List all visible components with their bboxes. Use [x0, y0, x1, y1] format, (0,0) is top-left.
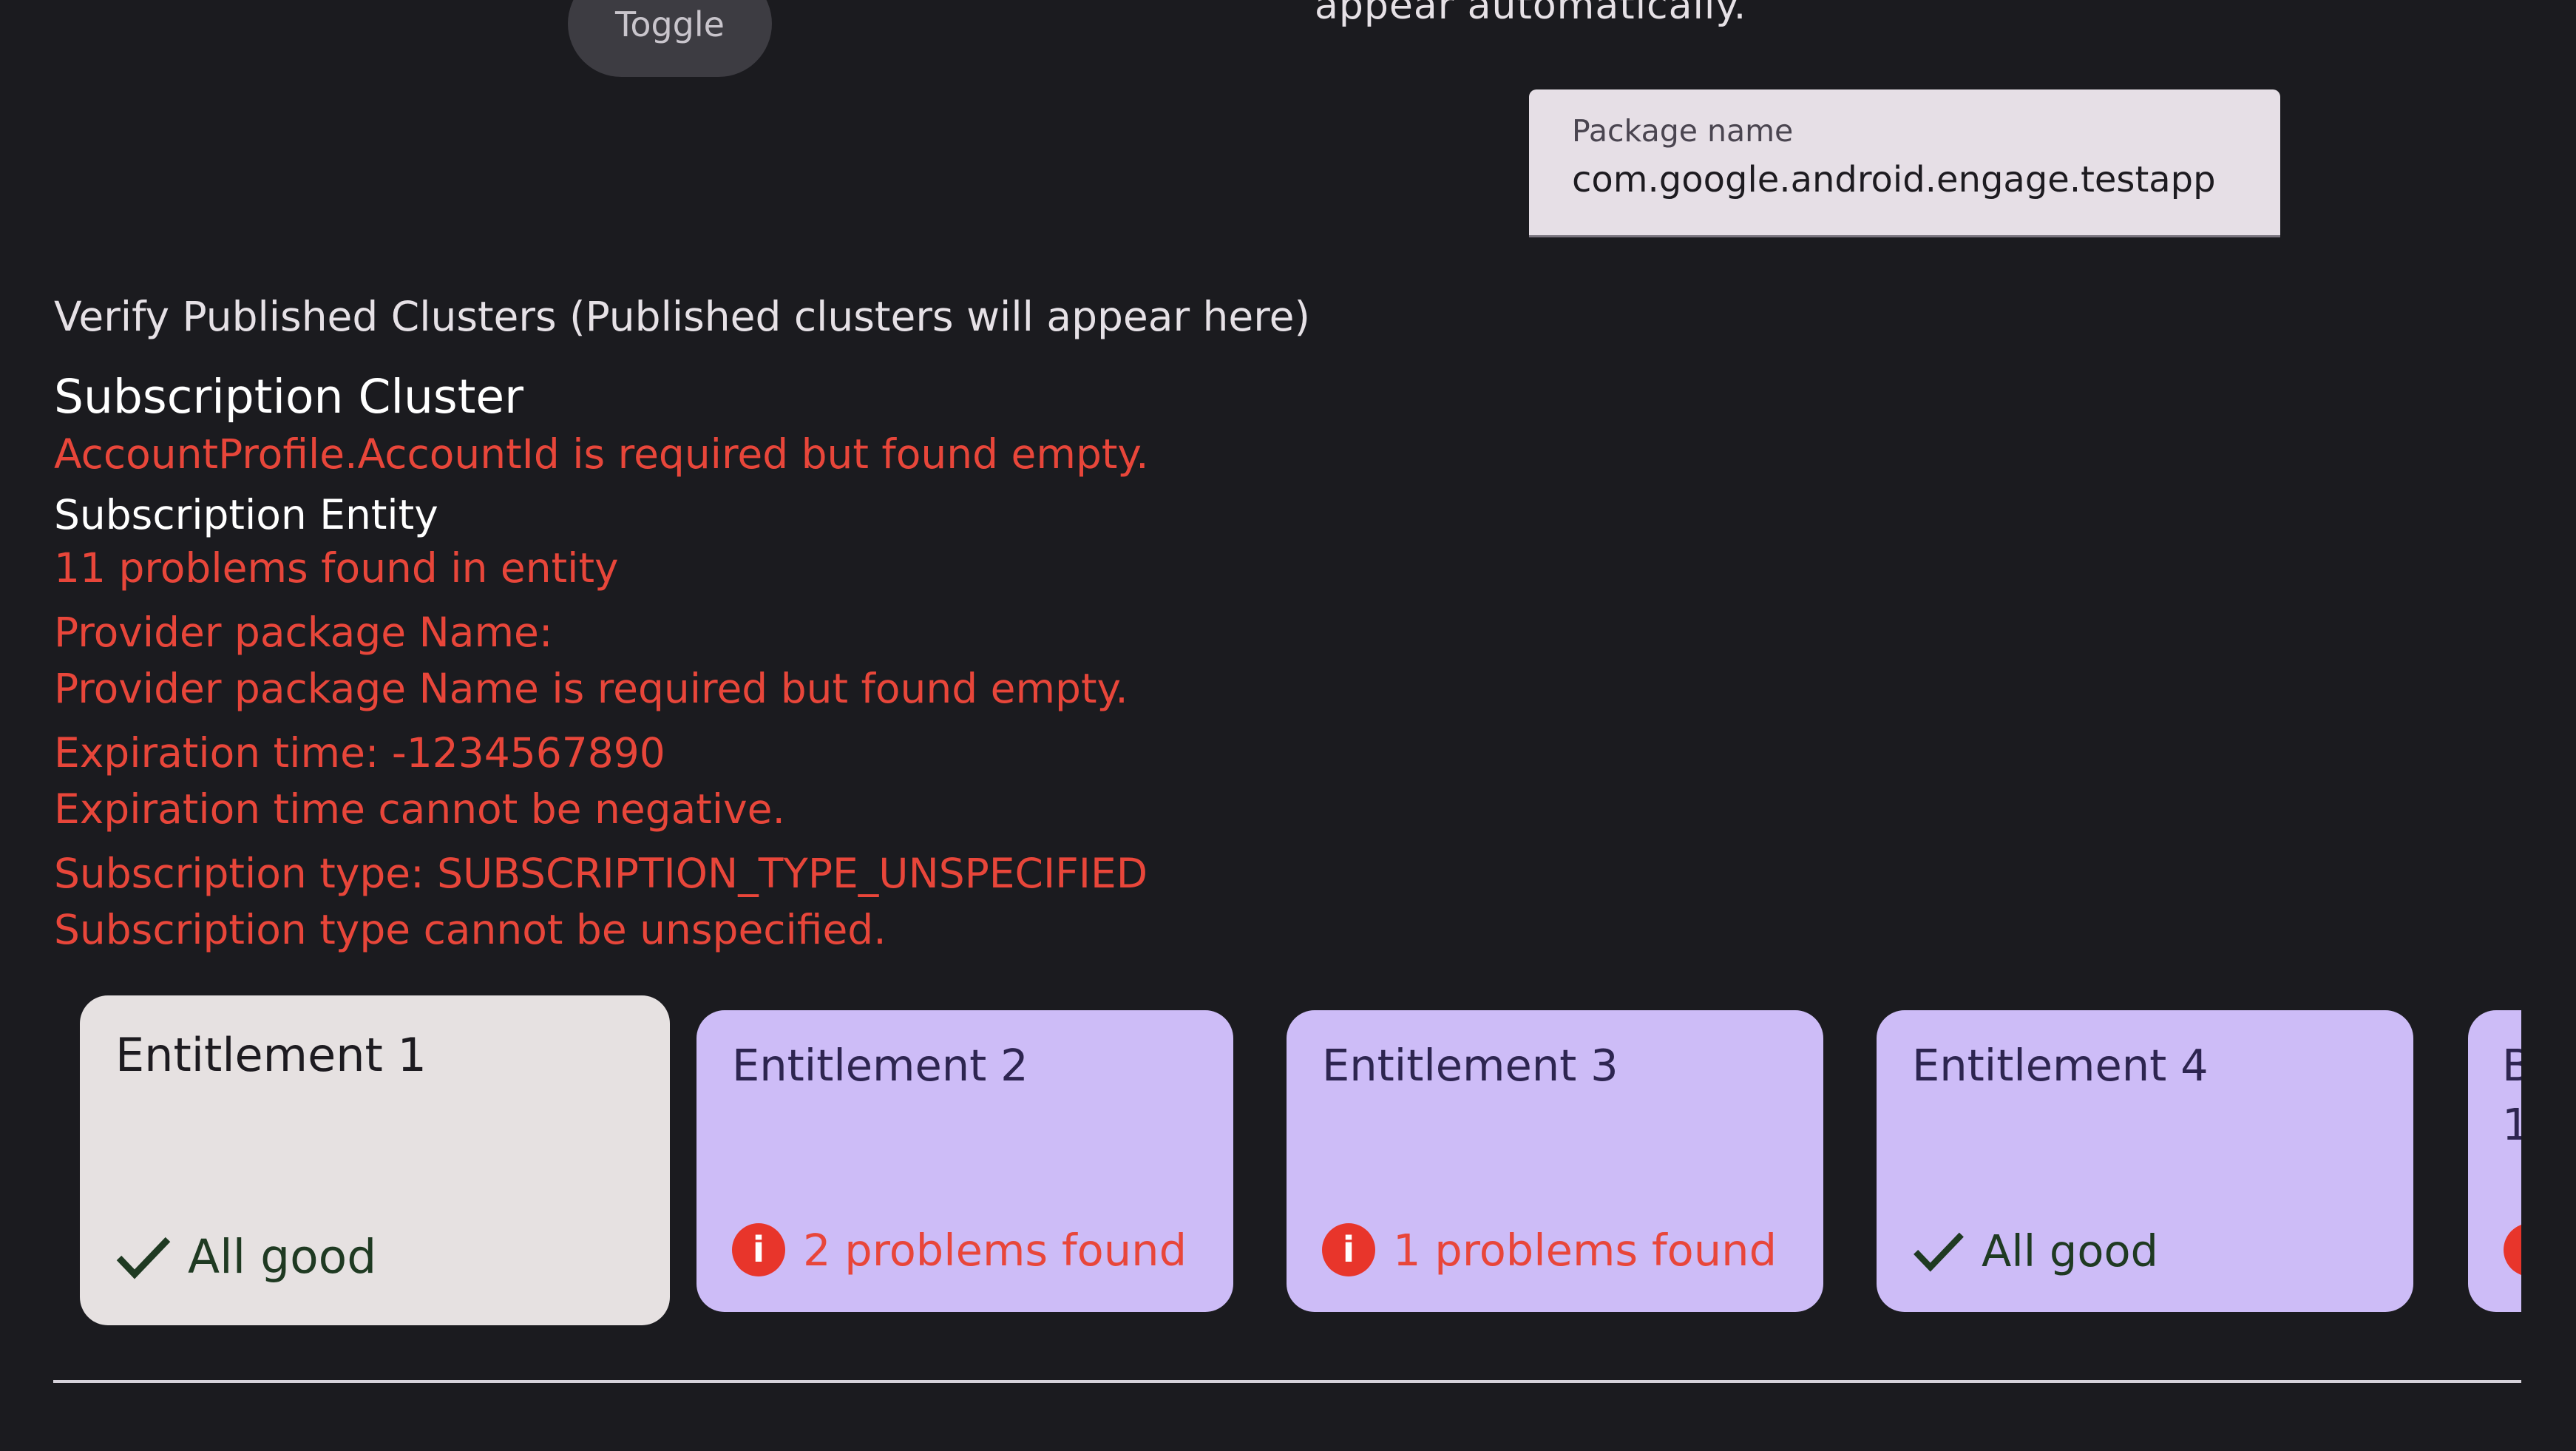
- entitlement-title: Entitlement 4: [1912, 1040, 2209, 1091]
- entitlement-status-label: 2 problems found: [803, 1224, 1187, 1276]
- entitlement-card-3[interactable]: Entitlement 3 i 1 problems found: [1287, 1010, 1823, 1312]
- toggle-button-label: Toggle: [615, 4, 725, 44]
- package-name-label: Package name: [1572, 113, 1794, 149]
- entitlement-status-label: All good: [1982, 1225, 2158, 1276]
- entitlement-status-label: 1 problems found: [1393, 1224, 1777, 1276]
- package-name-field[interactable]: Package name com.google.android.engage.t…: [1529, 89, 2280, 237]
- entitlement-card-4[interactable]: Entitlement 4 All good: [1877, 1010, 2413, 1312]
- info-icon: i: [732, 1223, 785, 1276]
- entity-error-message: Subscription type: SUBSCRIPTION_TYPE_UNS…: [54, 850, 1148, 897]
- entity-error-message: Expiration time: -1234567890: [54, 729, 665, 777]
- instruction-text: appear automatically.: [1315, 0, 1747, 28]
- check-icon: [1912, 1230, 1965, 1273]
- entitlement-title: Entitlement 2: [732, 1040, 1028, 1091]
- entitlement-card-5[interactable]: B 1 i: [2468, 1010, 2521, 1312]
- entitlement-status: All good: [1912, 1225, 2158, 1276]
- info-icon: i: [2504, 1223, 2521, 1276]
- entitlement-card-1[interactable]: Entitlement 1 All good: [80, 995, 670, 1325]
- entity-problems-summary: 11 problems found in entity: [54, 544, 619, 592]
- entitlement-status: i 1 problems found: [1322, 1223, 1777, 1276]
- check-icon: [115, 1234, 172, 1280]
- section-title: Verify Published Clusters (Published clu…: [54, 293, 1310, 340]
- entity-error-message: Expiration time cannot be negative.: [54, 785, 786, 833]
- divider: [53, 1380, 2521, 1383]
- entity-title: Subscription Entity: [54, 491, 438, 538]
- entity-error-message: Provider package Name:: [54, 609, 553, 656]
- entitlement-carousel[interactable]: Entitlement 1 All good Entitlement 2 i 2…: [0, 976, 2521, 1346]
- entitlement-status: i: [2504, 1223, 2521, 1276]
- entitlement-status: i 2 problems found: [732, 1223, 1187, 1276]
- entitlement-status: All good: [115, 1230, 376, 1284]
- entitlement-title: B: [2502, 1040, 2521, 1091]
- info-icon: i: [1322, 1223, 1375, 1276]
- entitlement-subtitle: 1: [2502, 1099, 2521, 1150]
- entity-error-message: Subscription type cannot be unspecified.: [54, 906, 887, 953]
- cluster-title: Subscription Cluster: [54, 370, 524, 424]
- cluster-error: AccountProfile.AccountId is required but…: [54, 430, 1149, 478]
- entity-error-message: Provider package Name is required but fo…: [54, 665, 1128, 712]
- entitlement-card-2[interactable]: Entitlement 2 i 2 problems found: [696, 1010, 1233, 1312]
- entitlement-status-label: All good: [188, 1230, 377, 1284]
- entitlement-title: Entitlement 3: [1322, 1040, 1619, 1091]
- entitlement-title: Entitlement 1: [115, 1028, 427, 1082]
- package-name-value[interactable]: com.google.android.engage.testapp: [1572, 159, 2280, 200]
- toggle-button[interactable]: Toggle: [568, 0, 772, 77]
